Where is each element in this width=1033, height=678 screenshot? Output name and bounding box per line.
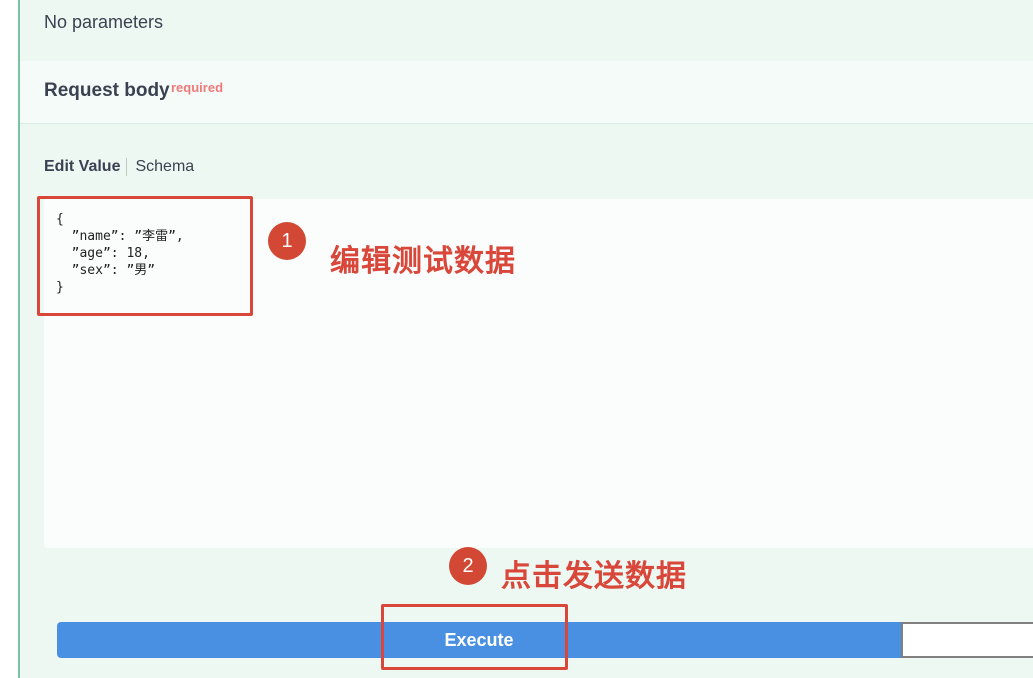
clear-button[interactable] — [901, 622, 1033, 658]
annotation-text-2: 点击发送数据 — [501, 559, 687, 594]
annotation-badge-2: 2 — [449, 547, 487, 585]
tab-edit-value[interactable]: Edit Value — [44, 158, 126, 176]
parameters-section — [20, 0, 1033, 61]
request-body-title: Request body — [44, 80, 170, 101]
annotation-text-1: 编辑测试数据 — [330, 244, 516, 279]
no-parameters-text: No parameters — [44, 12, 164, 32]
required-label: required — [171, 80, 224, 95]
annotation-badge-1: 1 — [268, 222, 306, 260]
annotation-box-execute — [381, 604, 568, 670]
tab-divider — [126, 158, 128, 176]
annotation-box-editor — [37, 196, 253, 316]
body-tabs: Edit Value Schema — [44, 158, 194, 176]
tab-schema[interactable]: Schema — [135, 158, 194, 176]
